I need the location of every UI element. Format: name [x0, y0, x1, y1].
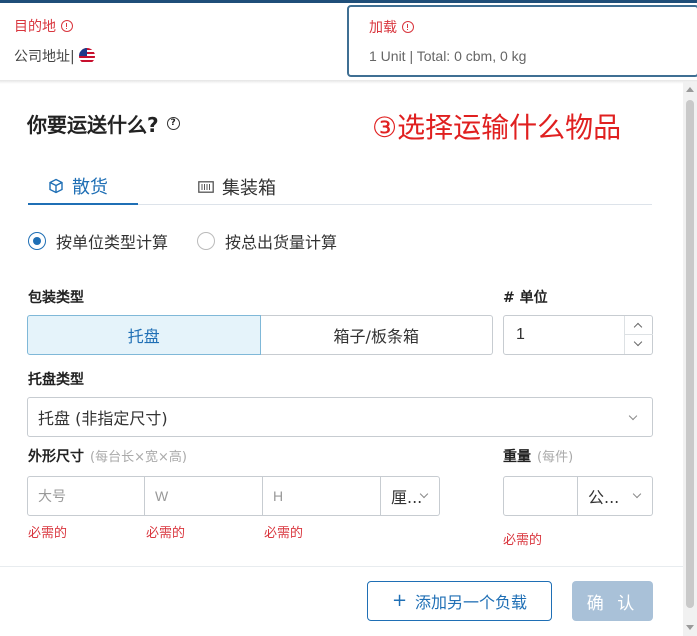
destination-field[interactable]: 目的地 公司地址|	[0, 3, 342, 79]
chevron-down-icon	[632, 489, 642, 499]
chevron-up-icon	[633, 322, 643, 332]
pallet-type-select[interactable]: 托盘 (非指定尺寸)	[27, 397, 653, 437]
decrement-button[interactable]	[625, 335, 653, 354]
weight-input[interactable]	[503, 476, 578, 516]
length-required-error: 必需的	[28, 526, 68, 541]
calc-mode-group: 按单位类型计算 按总出货量计算	[28, 229, 366, 253]
radio-label: 按单位类型计算	[56, 233, 169, 252]
footer-divider	[0, 566, 683, 567]
us-flag-icon	[78, 48, 95, 64]
box-icon	[49, 178, 63, 193]
packaging-type-toggle: 托盘 箱子/板条箱	[27, 315, 493, 355]
weight-hint: (每件)	[537, 450, 574, 465]
units-label: # 单位	[503, 290, 548, 306]
units-input[interactable]	[504, 316, 624, 354]
help-icon[interactable]: ?	[166, 117, 180, 130]
load-label: 加载	[369, 17, 414, 37]
dimension-unit-select[interactable]: 厘...	[381, 476, 440, 516]
packaging-pallet-option[interactable]: 托盘	[27, 315, 261, 355]
weight-label: 重量 (每件)	[503, 449, 574, 465]
weight-required-error: 必需的	[503, 533, 543, 548]
weight-unit-select[interactable]: 公...	[578, 476, 653, 516]
plus-icon: +	[391, 590, 408, 611]
tab-label: 集装箱	[222, 177, 276, 199]
radio-button[interactable]	[197, 232, 216, 250]
scrollbar[interactable]	[683, 82, 697, 636]
destination-label: 目的地	[14, 16, 73, 36]
pallet-type-value: 托盘 (非指定尺寸)	[38, 409, 168, 428]
alert-icon	[61, 20, 73, 32]
scrollbar-thumb[interactable]	[686, 100, 694, 608]
scroll-up-arrow-icon[interactable]	[686, 87, 694, 92]
cargo-tabs: 散货 集装箱	[28, 162, 652, 205]
weight-unit-value: 公...	[588, 488, 620, 507]
units-stepper[interactable]	[503, 315, 653, 355]
height-input[interactable]	[263, 476, 381, 516]
dimension-unit-value: 厘...	[391, 488, 423, 507]
weight-group: 公...	[503, 476, 653, 516]
packaging-label: 包装类型	[28, 290, 84, 306]
chevron-down-icon	[633, 337, 643, 347]
tab-loose-cargo[interactable]: 散货	[28, 168, 138, 205]
width-input[interactable]	[145, 476, 263, 516]
alert-icon	[402, 21, 414, 33]
destination-value: 公司地址|	[14, 46, 95, 66]
annotation-text: ③选择运输什么物品	[372, 111, 622, 144]
pallet-type-label: 托盘类型	[28, 372, 84, 388]
increment-button[interactable]	[625, 316, 653, 335]
width-required-error: 必需的	[146, 526, 186, 541]
scroll-down-arrow-icon[interactable]	[686, 625, 694, 630]
packaging-box-option[interactable]: 箱子/板条箱	[260, 315, 493, 355]
stepper-buttons	[624, 316, 653, 354]
dimensions-hint: (每台长×宽×高)	[90, 450, 187, 465]
radio-label: 按总出货量计算	[225, 233, 338, 252]
dialog-shadow	[0, 80, 697, 84]
confirm-button[interactable]: 确 认	[572, 581, 653, 621]
container-icon	[198, 180, 214, 193]
height-required-error: 必需的	[264, 526, 304, 541]
add-load-label: 添加另一个负载	[415, 593, 528, 612]
load-summary: 1 Unit | Total: 0 cbm, 0 kg	[369, 48, 527, 64]
add-load-button[interactable]: + 添加另一个负载	[367, 581, 552, 621]
dialog-title: 你要运送什么? ?	[27, 109, 180, 138]
calc-mode-by-total[interactable]: 按总出货量计算	[197, 229, 337, 253]
tab-label: 散货	[72, 176, 108, 198]
chevron-down-icon	[628, 411, 638, 421]
dimensions-group: 厘...	[27, 476, 440, 516]
length-input[interactable]	[27, 476, 145, 516]
tab-container[interactable]: 集装箱	[198, 168, 276, 205]
calc-mode-by-unit[interactable]: 按单位类型计算	[28, 229, 168, 253]
load-field[interactable]: 加载 1 Unit | Total: 0 cbm, 0 kg	[347, 5, 697, 77]
radio-button[interactable]	[28, 232, 46, 250]
dimensions-label: 外形尺寸 (每台长×宽×高)	[28, 449, 187, 465]
